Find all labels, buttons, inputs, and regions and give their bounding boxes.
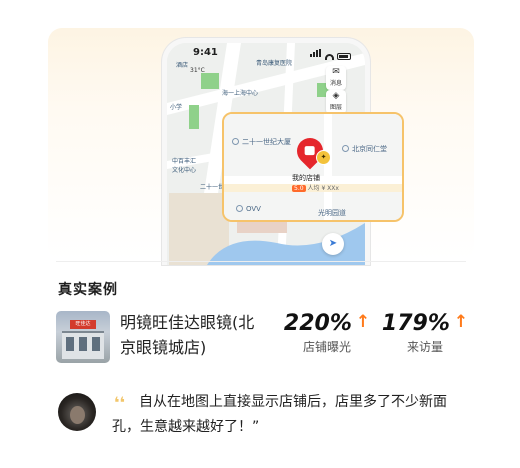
layers-button[interactable]: ◈ 图层 (326, 90, 346, 114)
case-store-name: 明镜旺佳达眼镜(北京眼镜城店) (120, 313, 255, 357)
messages-button[interactable]: ✉ 消息 (326, 66, 346, 90)
wifi-icon (325, 54, 334, 60)
store-photo: 旺佳达 (56, 311, 110, 363)
battery-icon (337, 53, 351, 60)
divider (56, 261, 466, 262)
avatar (58, 393, 96, 431)
shopping-bag-icon (304, 146, 315, 156)
signal-icon (310, 49, 322, 60)
layers-icon: ◈ (332, 91, 340, 101)
navigation-arrow-icon[interactable]: ➤ (322, 233, 344, 255)
map-label: 青岛康复医院 (256, 60, 293, 67)
store-name-label: 我的店铺 (292, 174, 320, 182)
poi-label: 二十一世纪大厦 (232, 137, 291, 147)
poi-label: 光明园道 (318, 209, 346, 217)
poi-label: OVV (236, 205, 261, 213)
shop-sign: 旺佳达 (70, 320, 96, 329)
stat-visits: 179% ↑ 来访量 (380, 311, 470, 355)
mail-icon: ✉ (332, 67, 340, 77)
section-title: 真实案例 (58, 282, 118, 298)
stat-value: 220% (283, 311, 352, 336)
up-arrow-icon: ↑ (355, 312, 371, 332)
stat-value: 179% (381, 311, 450, 336)
merchant-badge-icon: ✦ (316, 150, 331, 165)
up-arrow-icon: ↑ (453, 312, 469, 332)
poi-label: 北京同仁堂 (342, 144, 387, 154)
map-label: 海一上海中心 (222, 90, 259, 97)
map-label: 中百丰汇 (172, 158, 197, 165)
location-icon (232, 138, 239, 145)
stat-label: 来访量 (406, 340, 443, 354)
status-time: 9:41 (193, 47, 218, 58)
testimonial-text: 自从在地图上直接显示店铺后，店里多了不少新面孔，生意越来越好了！” (112, 394, 447, 435)
store-meta: 5.0 人均 ¥ XXx (292, 185, 339, 192)
rating-badge: 5.0 (292, 185, 306, 192)
temperature-label: 31°C (190, 67, 205, 74)
stat-label: 店铺曝光 (302, 340, 351, 354)
map-label: 文化中心 (172, 167, 197, 174)
stat-exposure: 220% ↑ 店铺曝光 (282, 311, 372, 355)
map-label: 小学 (170, 104, 183, 111)
map-label: 酒店 (176, 62, 189, 69)
location-icon (342, 145, 349, 152)
location-icon (236, 205, 243, 212)
